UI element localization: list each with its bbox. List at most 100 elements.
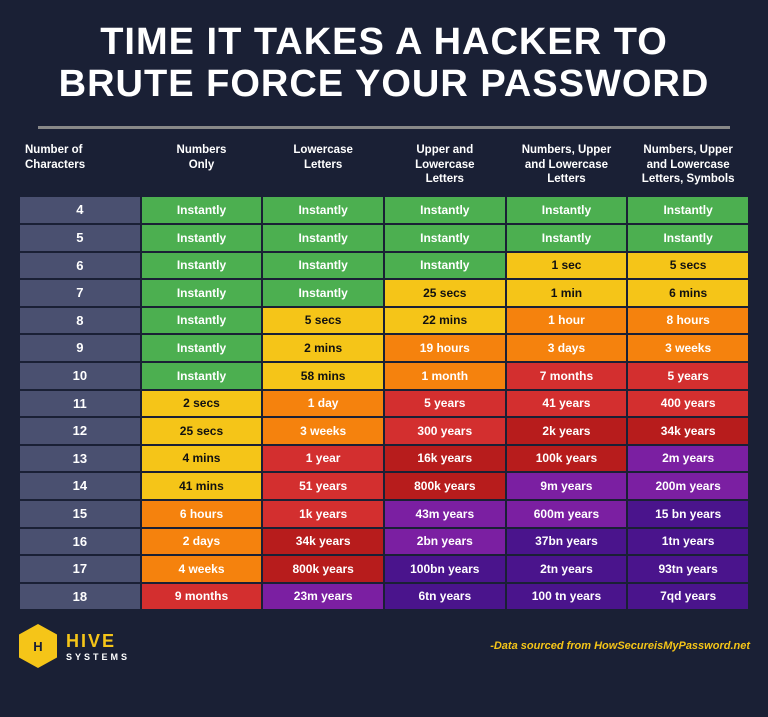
brute-force-table: Number ofCharacters NumbersOnly Lowercas… xyxy=(18,135,750,612)
col-header-chars: Number ofCharacters xyxy=(19,135,141,197)
time-cell: 34k years xyxy=(627,417,749,445)
col-header-num-upper-lower-sym: Numbers, Upperand LowercaseLetters, Symb… xyxy=(627,135,749,197)
time-cell: 93tn years xyxy=(627,555,749,583)
time-cell: 5 secs xyxy=(627,252,749,280)
col-header-num-upper-lower: Numbers, Upperand LowercaseLetters xyxy=(506,135,628,197)
char-count-cell: 13 xyxy=(19,445,141,473)
time-cell: 2 mins xyxy=(262,334,384,362)
char-count-cell: 15 xyxy=(19,500,141,528)
time-cell: Instantly xyxy=(141,224,263,252)
table-row: 162 days34k years2bn years37bn years1tn … xyxy=(19,528,749,556)
time-cell: Instantly xyxy=(262,279,384,307)
time-cell: 15 bn years xyxy=(627,500,749,528)
table-row: 112 secs1 day5 years41 years400 years xyxy=(19,390,749,418)
time-cell: 1tn years xyxy=(627,528,749,556)
time-cell: 1 sec xyxy=(506,252,628,280)
char-count-cell: 14 xyxy=(19,472,141,500)
source-text: -Data sourced from HowSecureisMyPassword… xyxy=(490,640,750,652)
time-cell: 23m years xyxy=(262,583,384,611)
time-cell: 25 secs xyxy=(141,417,263,445)
table-row: 8Instantly5 secs22 mins1 hour8 hours xyxy=(19,307,749,335)
char-count-cell: 16 xyxy=(19,528,141,556)
time-cell: Instantly xyxy=(384,224,506,252)
table-row: 5InstantlyInstantlyInstantlyInstantlyIns… xyxy=(19,224,749,252)
footer: H HIVE SYSTEMS -Data sourced from HowSec… xyxy=(0,615,768,677)
time-cell: 9m years xyxy=(506,472,628,500)
table-row: 174 weeks800k years100bn years2tn years9… xyxy=(19,555,749,583)
header: TIME IT TAKES A HACKER TO BRUTE FORCE YO… xyxy=(0,0,768,116)
table-header-row: Number ofCharacters NumbersOnly Lowercas… xyxy=(19,135,749,197)
time-cell: 1 month xyxy=(384,362,506,390)
char-count-cell: 11 xyxy=(19,390,141,418)
time-cell: 22 mins xyxy=(384,307,506,335)
hive-logo-icon: H xyxy=(18,623,58,669)
table-row: 1225 secs3 weeks300 years2k years34k yea… xyxy=(19,417,749,445)
time-cell: Instantly xyxy=(384,252,506,280)
time-cell: 6tn years xyxy=(384,583,506,611)
logo-text: HIVE SYSTEMS xyxy=(66,631,130,662)
col-header-upper-lower: Upper andLowercaseLetters xyxy=(384,135,506,197)
time-cell: 2k years xyxy=(506,417,628,445)
table-row: 6InstantlyInstantlyInstantly1 sec5 secs xyxy=(19,252,749,280)
time-cell: Instantly xyxy=(141,252,263,280)
time-cell: 2bn years xyxy=(384,528,506,556)
time-cell: 37bn years xyxy=(506,528,628,556)
time-cell: 4 mins xyxy=(141,445,263,473)
logo-hive: HIVE xyxy=(66,631,130,652)
time-cell: 1 hour xyxy=(506,307,628,335)
time-cell: 1 year xyxy=(262,445,384,473)
time-cell: 16k years xyxy=(384,445,506,473)
time-cell: 300 years xyxy=(384,417,506,445)
time-cell: 5 years xyxy=(384,390,506,418)
time-cell: 2tn years xyxy=(506,555,628,583)
time-cell: 41 mins xyxy=(141,472,263,500)
time-cell: 43m years xyxy=(384,500,506,528)
time-cell: Instantly xyxy=(506,196,628,224)
col-header-numbers: NumbersOnly xyxy=(141,135,263,197)
time-cell: 3 weeks xyxy=(262,417,384,445)
time-cell: 1 day xyxy=(262,390,384,418)
time-cell: 9 months xyxy=(141,583,263,611)
time-cell: 800k years xyxy=(384,472,506,500)
time-cell: 100bn years xyxy=(384,555,506,583)
time-cell: Instantly xyxy=(141,334,263,362)
time-cell: Instantly xyxy=(506,224,628,252)
time-cell: Instantly xyxy=(141,279,263,307)
svg-text:H: H xyxy=(33,639,42,654)
char-count-cell: 18 xyxy=(19,583,141,611)
time-cell: 7qd years xyxy=(627,583,749,611)
time-cell: 8 hours xyxy=(627,307,749,335)
time-cell: 3 days xyxy=(506,334,628,362)
time-cell: 19 hours xyxy=(384,334,506,362)
table-container: Number ofCharacters NumbersOnly Lowercas… xyxy=(0,135,768,612)
table-row: 4InstantlyInstantlyInstantlyInstantlyIns… xyxy=(19,196,749,224)
time-cell: 800k years xyxy=(262,555,384,583)
char-count-cell: 5 xyxy=(19,224,141,252)
char-count-cell: 10 xyxy=(19,362,141,390)
time-cell: 5 years xyxy=(627,362,749,390)
time-cell: 6 mins xyxy=(627,279,749,307)
time-cell: Instantly xyxy=(141,196,263,224)
table-row: 10Instantly58 mins1 month7 months5 years xyxy=(19,362,749,390)
time-cell: 100k years xyxy=(506,445,628,473)
table-row: 189 months23m years6tn years100 tn years… xyxy=(19,583,749,611)
time-cell: Instantly xyxy=(141,307,263,335)
time-cell: 1k years xyxy=(262,500,384,528)
char-count-cell: 12 xyxy=(19,417,141,445)
time-cell: 2m years xyxy=(627,445,749,473)
time-cell: 34k years xyxy=(262,528,384,556)
char-count-cell: 17 xyxy=(19,555,141,583)
char-count-cell: 6 xyxy=(19,252,141,280)
logo: H HIVE SYSTEMS xyxy=(18,623,130,669)
time-cell: 51 years xyxy=(262,472,384,500)
col-header-lower: LowercaseLetters xyxy=(262,135,384,197)
time-cell: Instantly xyxy=(262,252,384,280)
time-cell: Instantly xyxy=(262,196,384,224)
char-count-cell: 8 xyxy=(19,307,141,335)
time-cell: 2 days xyxy=(141,528,263,556)
time-cell: 1 min xyxy=(506,279,628,307)
char-count-cell: 9 xyxy=(19,334,141,362)
time-cell: 3 weeks xyxy=(627,334,749,362)
time-cell: 2 secs xyxy=(141,390,263,418)
time-cell: Instantly xyxy=(262,224,384,252)
